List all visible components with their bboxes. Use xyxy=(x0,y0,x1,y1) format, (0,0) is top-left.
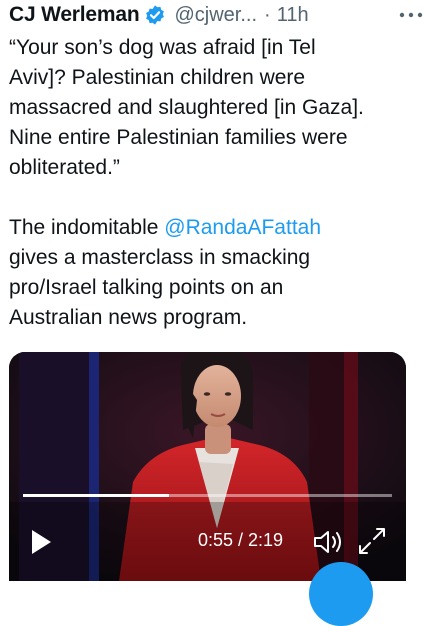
video-progress-fill xyxy=(23,494,169,497)
tweet[interactable]: CJ Werleman @cjwer... · 11h “Your son’s … xyxy=(0,0,431,626)
tweet-text: “Your son’s dog was afraid [in Tel Aviv]… xyxy=(9,33,423,333)
mention-link[interactable]: @RandaAFattah xyxy=(164,216,321,239)
video-time-readout: 0:55 / 2:19 xyxy=(198,530,284,550)
tweet-text-part: gives a masterclass in smacking pro/Isra… xyxy=(9,246,311,329)
header-separator: · xyxy=(264,3,271,26)
tweet-header: CJ Werleman @cjwer... · 11h xyxy=(9,0,423,30)
tweet-text-part: “Your son’s dog was afraid [in Tel Aviv]… xyxy=(9,36,364,239)
play-icon[interactable] xyxy=(29,528,53,556)
more-options-icon xyxy=(399,12,423,18)
video-progress-bar[interactable] xyxy=(23,494,392,497)
compose-button[interactable] xyxy=(309,562,373,626)
author-handle[interactable]: @cjwer... xyxy=(174,4,257,27)
more-options-button[interactable] xyxy=(399,0,423,30)
author-name[interactable]: CJ Werleman xyxy=(9,3,140,27)
tweet-timestamp[interactable]: 11h xyxy=(277,4,309,27)
volume-icon[interactable] xyxy=(312,528,344,556)
fullscreen-icon[interactable] xyxy=(357,526,387,556)
video-player[interactable]: 0:55 / 2:19 xyxy=(9,352,406,581)
verified-badge-icon xyxy=(146,5,165,25)
